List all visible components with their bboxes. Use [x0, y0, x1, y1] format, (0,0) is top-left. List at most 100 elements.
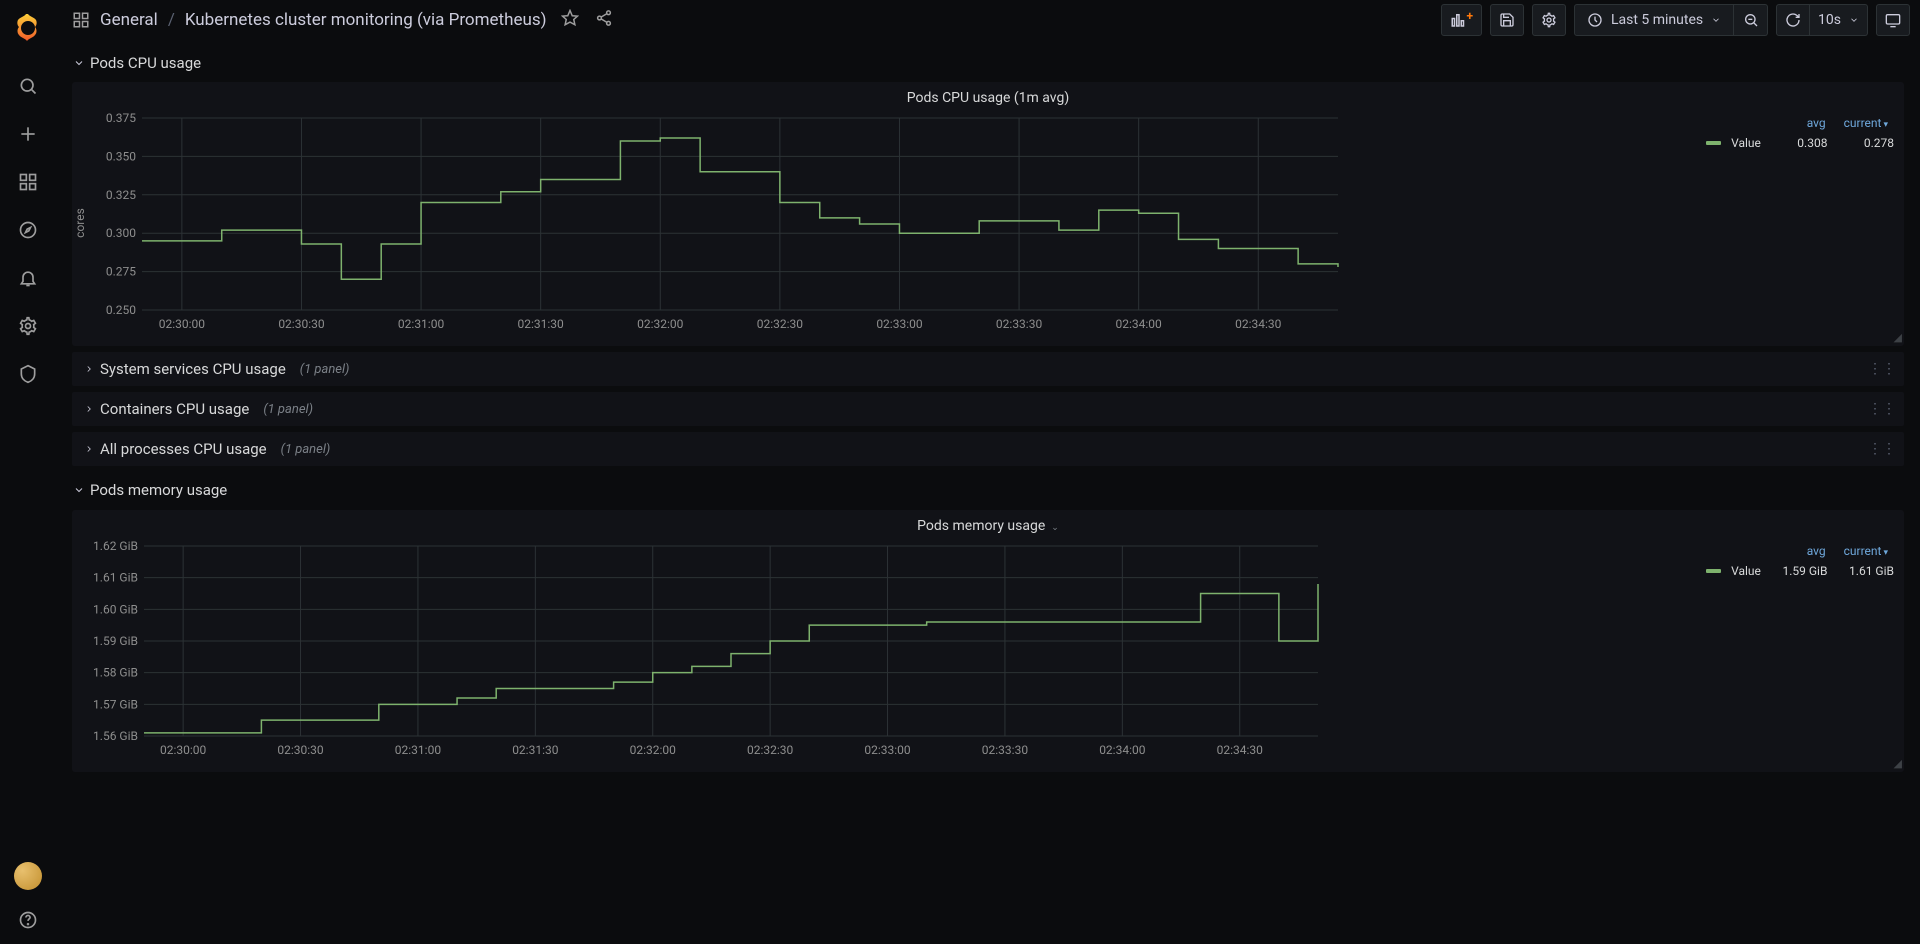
add-panel-button[interactable]: +	[1441, 4, 1482, 36]
svg-text:02:33:00: 02:33:00	[864, 743, 911, 757]
chart-memory: 1.56 GiB1.57 GiB1.58 GiB1.59 GiB1.60 GiB…	[82, 540, 1694, 760]
legend-memory: avg current▾ Value 1.59 GiB 1.61 GiB	[1694, 540, 1894, 760]
panel-pods-cpu[interactable]: Pods CPU usage (1m avg) cores 0.250 0.275…	[72, 82, 1904, 346]
legend-col-current[interactable]: current▾	[1844, 544, 1888, 558]
refresh-interval-button[interactable]: 10s	[1810, 4, 1868, 36]
svg-text:02:30:00: 02:30:00	[159, 317, 206, 331]
legend-swatch	[1706, 569, 1721, 573]
refresh-interval-label: 10s	[1818, 12, 1841, 28]
legend-cpu: avg current▾ Value 0.308 0.278	[1694, 112, 1894, 334]
dashboards-breadcrumb-icon[interactable]	[72, 11, 90, 29]
svg-text:1.58 GiB: 1.58 GiB	[93, 666, 138, 680]
create-icon[interactable]	[8, 114, 48, 154]
row-panel-count: (1 panel)	[281, 442, 331, 457]
svg-text:1.62 GiB: 1.62 GiB	[93, 540, 138, 553]
svg-text:02:34:30: 02:34:30	[1217, 743, 1264, 757]
legend-avg-value: 1.59 GiB	[1771, 564, 1828, 578]
row-title: Pods CPU usage	[90, 54, 201, 72]
breadcrumb-dashboard-title: Kubernetes cluster monitoring (via Prome…	[185, 10, 547, 30]
drag-handle-icon[interactable]: ⋮⋮	[1868, 441, 1896, 457]
search-icon[interactable]	[8, 66, 48, 106]
y-axis-label: cores	[73, 208, 87, 238]
topbar: General / Kubernetes cluster monitoring …	[56, 0, 1920, 40]
row-header-pods-memory[interactable]: Pods memory usage	[72, 476, 1904, 504]
svg-text:1.57 GiB: 1.57 GiB	[93, 697, 138, 711]
svg-text:02:30:30: 02:30:30	[277, 743, 324, 757]
svg-text:02:30:00: 02:30:00	[160, 743, 207, 757]
svg-text:02:32:30: 02:32:30	[747, 743, 794, 757]
row-panel-count: (1 panel)	[263, 402, 313, 417]
row-header-containers-cpu[interactable]: Containers CPU usage (1 panel) ⋮⋮	[72, 392, 1904, 426]
svg-text:02:32:00: 02:32:00	[630, 743, 677, 757]
drag-handle-icon[interactable]: ⋮⋮	[1868, 401, 1896, 417]
configuration-icon[interactable]	[8, 306, 48, 346]
help-icon[interactable]	[8, 900, 48, 940]
svg-text:0.325: 0.325	[106, 188, 136, 202]
svg-text:02:33:30: 02:33:30	[982, 743, 1029, 757]
svg-text:02:32:30: 02:32:30	[757, 317, 804, 331]
tv-mode-button[interactable]	[1876, 4, 1910, 36]
legend-avg-value: 0.308	[1771, 136, 1828, 150]
drag-handle-icon[interactable]: ⋮⋮	[1868, 361, 1896, 377]
breadcrumb-separator: /	[168, 10, 175, 30]
svg-text:02:33:30: 02:33:30	[996, 317, 1043, 331]
refresh-picker: 10s	[1776, 4, 1868, 36]
share-icon[interactable]	[595, 9, 613, 31]
svg-text:1.59 GiB: 1.59 GiB	[93, 634, 138, 648]
time-range-button[interactable]: Last 5 minutes	[1574, 4, 1734, 36]
grafana-logo-icon[interactable]	[12, 12, 44, 44]
legend-series-name: Value	[1731, 564, 1761, 578]
user-avatar[interactable]	[14, 862, 42, 890]
legend-col-current[interactable]: current▾	[1844, 116, 1888, 130]
chevron-right-icon	[82, 444, 96, 454]
svg-text:0.250: 0.250	[106, 303, 136, 317]
star-icon[interactable]	[561, 9, 579, 31]
legend-row[interactable]: Value 1.59 GiB 1.61 GiB	[1706, 564, 1894, 578]
row-title: System services CPU usage	[100, 360, 286, 378]
dashboard-settings-button[interactable]	[1532, 4, 1566, 36]
legend-series-name: Value	[1731, 136, 1761, 150]
dashboards-icon[interactable]	[8, 162, 48, 202]
legend-col-avg[interactable]: avg	[1807, 116, 1826, 130]
svg-text:1.56 GiB: 1.56 GiB	[93, 729, 138, 743]
panel-title: Pods CPU usage (1m avg)	[72, 82, 1904, 108]
svg-text:0.350: 0.350	[106, 149, 136, 163]
svg-text:02:31:30: 02:31:30	[512, 743, 559, 757]
chart-cpu: cores 0.2500.2750.3000.3250.3500.37502:3…	[82, 112, 1694, 334]
zoom-out-button[interactable]	[1734, 4, 1768, 36]
svg-text:0.300: 0.300	[106, 226, 136, 240]
save-dashboard-button[interactable]	[1490, 4, 1524, 36]
svg-text:02:31:30: 02:31:30	[518, 317, 565, 331]
resize-handle-icon[interactable]: ◢	[1894, 331, 1902, 344]
row-header-pods-cpu[interactable]: Pods CPU usage	[72, 50, 1904, 76]
row-title: Containers CPU usage	[100, 400, 249, 418]
server-admin-icon[interactable]	[8, 354, 48, 394]
alerting-icon[interactable]	[8, 258, 48, 298]
breadcrumb-folder[interactable]: General	[100, 10, 158, 30]
legend-swatch	[1706, 141, 1721, 145]
row-panel-count: (1 panel)	[300, 362, 350, 377]
chevron-down-icon	[72, 484, 86, 496]
svg-text:0.375: 0.375	[106, 112, 136, 125]
time-range-label: Last 5 minutes	[1611, 12, 1703, 28]
svg-text:02:32:00: 02:32:00	[637, 317, 684, 331]
panel-menu-caret-icon[interactable]: ⌄	[1051, 523, 1059, 533]
time-range-picker: Last 5 minutes	[1574, 4, 1768, 36]
dashboard-body: Pods CPU usage Pods CPU usage (1m avg) c…	[56, 40, 1920, 944]
row-header-system-services-cpu[interactable]: System services CPU usage (1 panel) ⋮⋮	[72, 352, 1904, 386]
legend-row[interactable]: Value 0.308 0.278	[1706, 136, 1894, 150]
chevron-down-icon	[72, 57, 86, 69]
svg-text:02:31:00: 02:31:00	[395, 743, 442, 757]
svg-text:02:34:30: 02:34:30	[1235, 317, 1282, 331]
refresh-button[interactable]	[1776, 4, 1810, 36]
panel-pods-memory[interactable]: Pods memory usage⌄ 1.56 GiB 1.57 GiB 1.58 …	[72, 510, 1904, 772]
explore-icon[interactable]	[8, 210, 48, 250]
resize-handle-icon[interactable]: ◢	[1894, 757, 1902, 770]
legend-col-avg[interactable]: avg	[1807, 544, 1826, 558]
row-header-all-processes-cpu[interactable]: All processes CPU usage (1 panel) ⋮⋮	[72, 432, 1904, 466]
svg-text:0.275: 0.275	[106, 265, 136, 279]
legend-current-value: 1.61 GiB	[1837, 564, 1894, 578]
panel-title: Pods memory usage⌄	[72, 510, 1904, 536]
chevron-right-icon	[82, 364, 96, 374]
sidebar	[0, 0, 56, 944]
